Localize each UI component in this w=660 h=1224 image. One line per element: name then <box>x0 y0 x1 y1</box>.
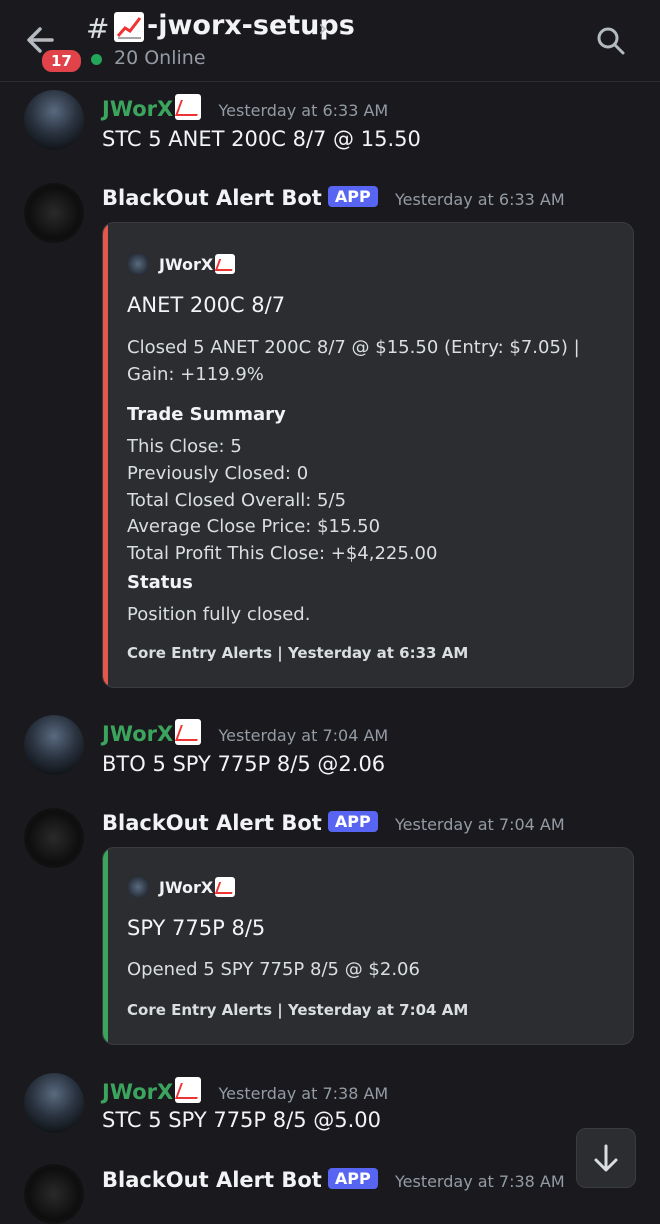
embed-author: JWorX <box>127 253 236 275</box>
app-badge: APP <box>327 811 378 832</box>
message-author[interactable]: BlackOut Alert Bot APP Yesterday at 7:04 … <box>102 811 565 835</box>
embed-accent-bar <box>103 848 108 1044</box>
message-timestamp: Yesterday at 6:33 AM <box>394 190 565 209</box>
message-text: STC 5 SPY 775P 8/5 @5.00 <box>102 1108 381 1132</box>
embed-author: JWorX <box>127 876 236 898</box>
embed-field-line: Position fully closed. <box>127 604 311 625</box>
unread-badge: 17 <box>40 48 83 74</box>
chart-increasing-icon <box>175 719 202 745</box>
message-text: STC 5 ANET 200C 8/7 @ 15.50 <box>102 127 421 151</box>
message-author[interactable]: JWorX Yesterday at 6:33 AM <box>102 94 388 121</box>
arrow-down-icon <box>594 1144 618 1172</box>
chart-increasing-icon <box>215 877 236 897</box>
avatar-jworx[interactable] <box>24 715 84 775</box>
message-author[interactable]: JWorX Yesterday at 7:38 AM <box>102 1077 388 1104</box>
message-text: BTO 5 SPY 775P 8/5 @2.06 <box>102 752 386 776</box>
message-timestamp: Yesterday at 7:38 AM <box>394 1172 565 1191</box>
embed-field-line: Previously Closed: 0 <box>127 463 309 484</box>
channel-header: 17 # -jworx-setups › 20 Online <box>0 0 660 82</box>
message-timestamp: Yesterday at 7:38 AM <box>218 1084 389 1103</box>
embed-description: Closed 5 ANET 200C 8/7 @ $15.50 (Entry: … <box>127 337 580 358</box>
embed-title: SPY 775P 8/5 <box>127 916 266 940</box>
embed-field-label: Trade Summary <box>127 404 286 425</box>
avatar-bot[interactable] <box>24 183 84 243</box>
embed-field-line: Average Close Price: $15.50 <box>127 516 381 537</box>
embed-footer: Core Entry Alerts | Yesterday at 6:33 AM <box>127 644 469 662</box>
embed-author-avatar <box>127 876 149 898</box>
embed-title: ANET 200C 8/7 <box>127 293 286 317</box>
chart-increasing-icon <box>215 254 236 274</box>
embed-field-line: This Close: 5 <box>127 436 242 457</box>
message-timestamp: Yesterday at 7:04 AM <box>218 726 389 745</box>
channel-hash-icon: # <box>86 12 110 45</box>
avatar-jworx[interactable] <box>24 1073 84 1133</box>
embed-field-line: Total Closed Overall: 5/5 <box>127 490 347 511</box>
embed-author-avatar <box>127 253 149 275</box>
chart-increasing-icon <box>175 1077 202 1103</box>
embed-field-label: Status <box>127 572 193 593</box>
jump-to-bottom-button[interactable] <box>576 1128 636 1188</box>
message-author[interactable]: JWorX Yesterday at 7:04 AM <box>102 719 388 746</box>
message-timestamp: Yesterday at 6:33 AM <box>218 101 389 120</box>
embed-field-line: Total Profit This Close: +$4,225.00 <box>127 543 438 564</box>
search-icon[interactable] <box>596 26 626 56</box>
avatar-jworx[interactable] <box>24 90 84 150</box>
message-author[interactable]: BlackOut Alert Bot APP Yesterday at 7:38 … <box>102 1168 565 1192</box>
embed-card: JWorX ANET 200C 8/7 Closed 5 ANET 200C 8… <box>102 222 634 688</box>
app-badge: APP <box>327 186 378 207</box>
embed-description: Opened 5 SPY 775P 8/5 @ $2.06 <box>127 959 420 980</box>
chart-increasing-icon <box>114 12 144 42</box>
online-count: 20 Online <box>114 47 206 69</box>
message-author[interactable]: BlackOut Alert Bot APP Yesterday at 6:33 … <box>102 186 565 210</box>
avatar-bot[interactable] <box>24 1164 84 1224</box>
embed-footer: Core Entry Alerts | Yesterday at 7:04 AM <box>127 1001 469 1019</box>
app-badge: APP <box>327 1168 378 1189</box>
chart-increasing-icon <box>175 94 202 120</box>
embed-card: JWorX SPY 775P 8/5 Opened 5 SPY 775P 8/5… <box>102 847 634 1045</box>
avatar-bot[interactable] <box>24 808 84 868</box>
chevron-right-icon[interactable]: › <box>318 14 328 42</box>
embed-accent-bar <box>103 223 108 687</box>
embed-description: Gain: +119.9% <box>127 364 264 385</box>
online-status-icon <box>91 54 102 65</box>
message-timestamp: Yesterday at 7:04 AM <box>394 815 565 834</box>
